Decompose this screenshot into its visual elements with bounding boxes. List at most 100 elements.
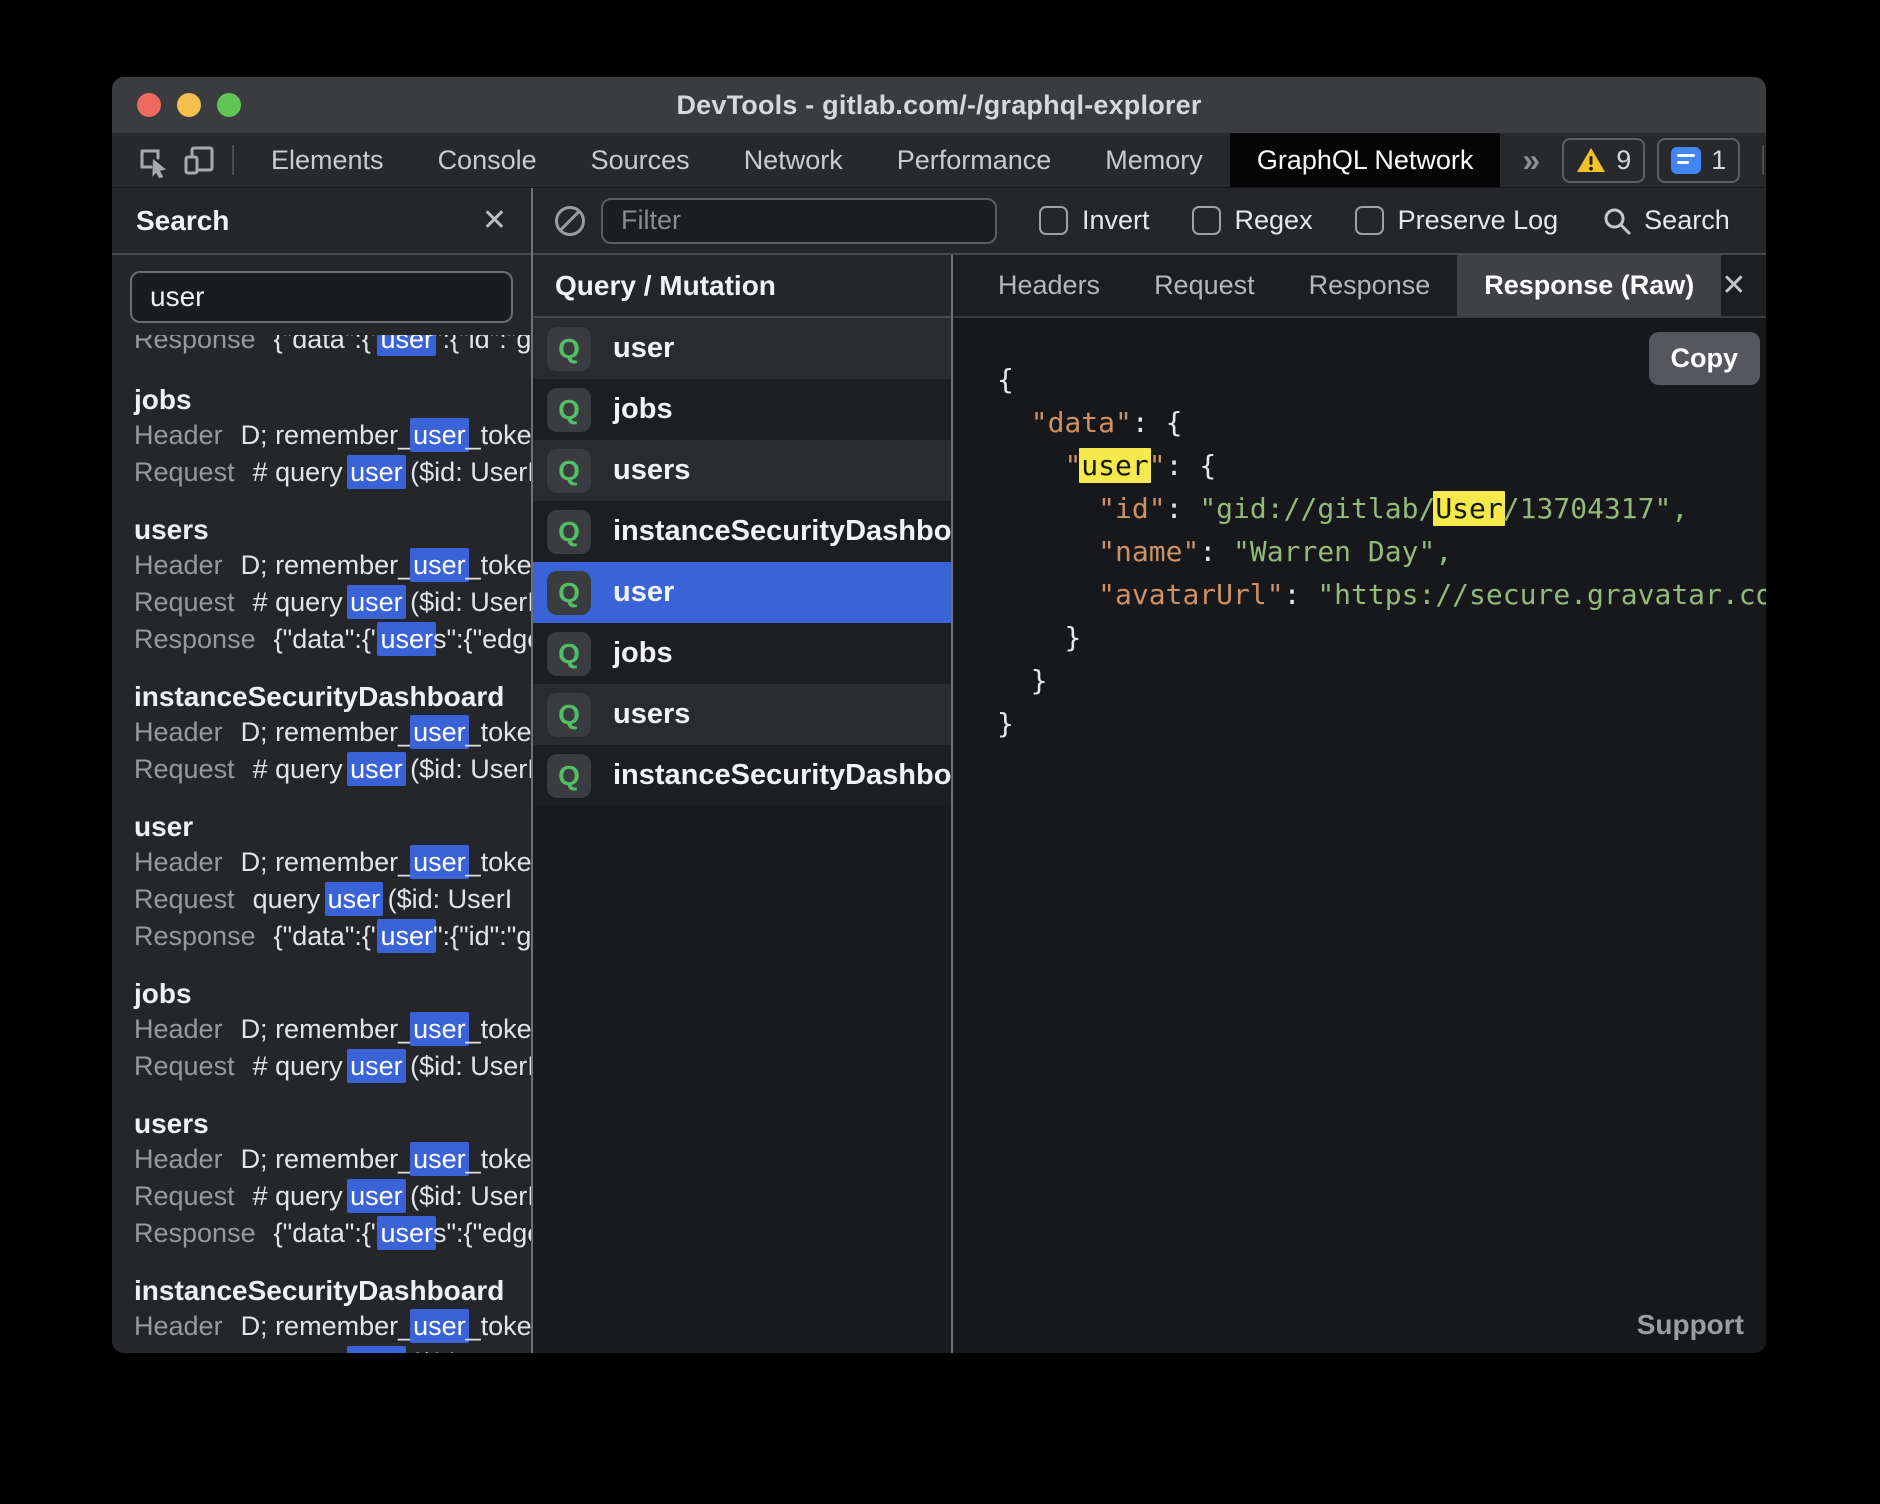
result-line-text: {"data":{" [274, 1218, 381, 1248]
zoom-window-button[interactable] [217, 93, 241, 117]
search-result-line[interactable]: Request# query user ($id: UserI [134, 1178, 531, 1215]
toolbar-divider [1762, 145, 1764, 175]
query-list-item-user[interactable]: Quser [533, 318, 951, 379]
detail-tab-headers[interactable]: Headers [971, 255, 1127, 316]
search-result-line[interactable]: HeaderD; remember_user_token=e [134, 417, 531, 454]
checkbox-label-invert: Invert [1082, 205, 1150, 236]
search-result-line[interactable]: Response{"data":{"users":{"edges [134, 1215, 531, 1252]
devtools-tab-network[interactable]: Network [717, 133, 870, 187]
search-panel-close-icon[interactable]: ✕ [482, 203, 507, 238]
toolbar-search[interactable]: Search [1602, 205, 1730, 236]
query-list-item-users[interactable]: Qusers [533, 440, 951, 501]
search-result-line[interactable]: Response{"data":{"user":{"id":"gi [134, 335, 531, 358]
search-input[interactable] [130, 271, 513, 323]
result-line-text: {"data":{" [274, 624, 381, 654]
search-panel-title: Search [136, 205, 229, 237]
devtools-tab-console[interactable]: Console [411, 133, 564, 187]
detail-tab-request[interactable]: Request [1127, 255, 1282, 316]
clipped-result-row[interactable]: Response{"data":{"user":{"id":"gi [134, 335, 531, 361]
search-result-line[interactable]: Request# query user ($id: UserI [134, 1345, 531, 1353]
search-result-line[interactable]: HeaderD; remember_user_token=e [134, 1011, 531, 1048]
warnings-badge[interactable]: 9 [1562, 138, 1645, 183]
json-line: "user": { [997, 444, 1766, 487]
result-line-label: Response [134, 1218, 256, 1248]
result-group-title[interactable]: instanceSecurityDashboard [134, 680, 531, 714]
filter-input[interactable] [601, 198, 997, 244]
query-type-badge: Q [547, 388, 591, 432]
request-detail-panel: HeadersRequestResponseResponse (Raw) ✕ C… [953, 255, 1766, 1353]
query-list-item-instancesecuritydashboard[interactable]: QinstanceSecurityDashboard [533, 501, 951, 562]
query-list-item-user[interactable]: Quser [533, 562, 951, 623]
query-item-label: user [613, 332, 674, 365]
search-match-highlight: user [377, 335, 436, 356]
search-match-highlight: user [410, 418, 469, 452]
device-toolbar-icon[interactable] [176, 133, 222, 187]
devtools-tab-graphql-network[interactable]: GraphQL Network [1230, 133, 1501, 187]
result-line-label: Header [134, 1014, 223, 1044]
result-line-text: # query [253, 587, 351, 617]
devtools-tab-performance[interactable]: Performance [870, 133, 1079, 187]
clear-requests-icon[interactable] [555, 206, 585, 236]
search-result-line[interactable]: Response{"data":{"users":{"edges [134, 621, 531, 658]
search-result-line[interactable]: HeaderD; remember_user_token=e [134, 1141, 531, 1178]
warning-count: 9 [1616, 145, 1631, 176]
search-result-line[interactable]: Request# query user ($id: UserI [134, 751, 531, 788]
search-result-line[interactable]: Request# query user ($id: UserI [134, 584, 531, 621]
devtools-tab-elements[interactable]: Elements [244, 133, 411, 187]
result-line-label: Response [134, 624, 256, 654]
toolbar-search-label: Search [1644, 205, 1730, 236]
query-list-item-jobs[interactable]: Qjobs [533, 623, 951, 684]
result-line-label: Header [134, 1311, 223, 1341]
query-list-item-instancesecuritydashboard[interactable]: QinstanceSecurityDashboard [533, 745, 951, 806]
result-line-text: D; remember_ [241, 1144, 414, 1174]
result-line-label: Request [134, 1051, 235, 1081]
detail-tab-response-raw[interactable]: Response (Raw) [1457, 255, 1721, 316]
result-line-text: D; remember_ [241, 420, 414, 450]
copy-button[interactable]: Copy [1649, 332, 1761, 385]
query-list: QuserQjobsQusersQinstanceSecurityDashboa… [533, 318, 951, 1353]
close-window-button[interactable] [137, 93, 161, 117]
result-group-title[interactable]: users [134, 1107, 531, 1141]
issues-badge[interactable]: 1 [1657, 138, 1740, 183]
inspect-element-icon[interactable] [130, 133, 176, 187]
result-line-label: Header [134, 847, 223, 877]
search-result-line[interactable]: Request# query user ($id: UserI [134, 1048, 531, 1085]
devtools-tab-memory[interactable]: Memory [1078, 133, 1230, 187]
more-tabs-chevron-icon[interactable]: » [1500, 133, 1562, 187]
result-line-label: Request [134, 587, 235, 617]
search-result-line[interactable]: HeaderD; remember_user_token=e [134, 547, 531, 584]
result-group-title[interactable]: jobs [134, 977, 531, 1011]
result-group-title[interactable]: user [134, 810, 531, 844]
result-group-title[interactable]: instanceSecurityDashboard [134, 1274, 531, 1308]
query-type-badge: Q [547, 449, 591, 493]
query-list-item-users[interactable]: Qusers [533, 684, 951, 745]
query-item-label: user [613, 576, 674, 609]
query-type-badge: Q [547, 327, 591, 371]
json-token: { [997, 363, 1014, 396]
result-group-title[interactable]: jobs [134, 383, 531, 417]
minimize-window-button[interactable] [177, 93, 201, 117]
search-result-line[interactable]: HeaderD; remember_user_token=e [134, 714, 531, 751]
search-result-line[interactable]: Request# query user ($id: UserI [134, 454, 531, 491]
search-match-highlight: user [410, 1309, 469, 1343]
search-result-group: instanceSecurityDashboardHeaderD; rememb… [134, 680, 531, 788]
search-result-line[interactable]: HeaderD; remember_user_token=e [134, 1308, 531, 1345]
search-match-highlight: user [347, 1179, 406, 1213]
checkbox-preserve-log[interactable] [1355, 206, 1384, 235]
result-group-title[interactable]: users [134, 513, 531, 547]
result-line-text: _token=e [466, 420, 531, 450]
json-line: "name": "Warren Day", [997, 530, 1766, 573]
checkbox-regex[interactable] [1192, 206, 1221, 235]
detail-close-icon[interactable]: ✕ [1721, 268, 1746, 303]
search-result-group: usersHeaderD; remember_user_token=eReque… [134, 1107, 531, 1252]
search-result-line[interactable]: Requestquery user ($id: UserI [134, 881, 531, 918]
query-list-item-jobs[interactable]: Qjobs [533, 379, 951, 440]
search-result-line[interactable]: HeaderD; remember_user_token=e [134, 844, 531, 881]
query-item-label: jobs [613, 637, 673, 670]
devtools-tab-sources[interactable]: Sources [564, 133, 717, 187]
support-link[interactable]: Support [1637, 1309, 1744, 1341]
checkbox-invert[interactable] [1039, 206, 1068, 235]
detail-tab-response[interactable]: Response [1282, 255, 1458, 316]
search-result-line[interactable]: Response{"data":{"user":{"id":"gid [134, 918, 531, 955]
query-item-label: jobs [613, 393, 673, 426]
